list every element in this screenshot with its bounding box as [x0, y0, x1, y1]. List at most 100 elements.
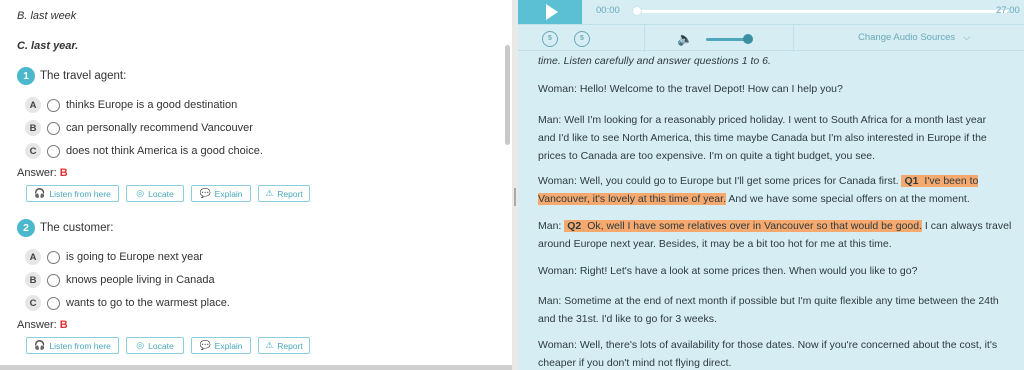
locate-button[interactable]: ◎ Locate: [126, 185, 184, 202]
question-prompt: The travel agent:: [40, 70, 127, 82]
transcript-line: Vancouver, it's lovely at this time of y…: [538, 190, 1016, 208]
locate-icon: ◎: [136, 340, 145, 350]
button-label: Report: [277, 340, 303, 351]
button-label: Explain: [214, 340, 243, 351]
q1-choice-a[interactable]: A thinks Europe is a good destination: [25, 97, 237, 113]
skip-back-icon[interactable]: 5: [542, 30, 558, 47]
headphones-icon: 🎧: [34, 188, 46, 198]
radio-button[interactable]: [47, 98, 60, 112]
radio-button[interactable]: [47, 144, 60, 158]
player-controls: 5 5 🔈 Change Audio Sources ⌵: [518, 24, 1024, 52]
question-tag-q1[interactable]: Q1: [901, 175, 922, 187]
answer-label: Answer:: [17, 167, 57, 179]
choice-text: does not think America is a good choice.: [66, 145, 263, 157]
transcript-intro: time. Listen carefully and answer questi…: [538, 55, 771, 67]
radio-button[interactable]: [47, 121, 60, 135]
choice-text: wants to go to the warmest place.: [66, 297, 230, 309]
transcript-text: time. Listen carefully and answer questi…: [538, 52, 1016, 370]
answer-value: B: [59, 319, 68, 331]
q2-actions: 🎧 Listen from here ◎ Locate 💬 Explain ⚠ Repo…: [26, 337, 310, 354]
total-time: 27:00: [996, 5, 1020, 16]
change-audio-sources-button[interactable]: Change Audio Sources ⌵: [858, 32, 970, 43]
explain-button[interactable]: 💬 Explain: [191, 337, 251, 354]
listen-from-here-button[interactable]: 🎧 Listen from here: [26, 337, 119, 354]
radio-button[interactable]: [47, 273, 60, 287]
prev-option-b: B. last week: [17, 10, 77, 22]
resize-grip-icon[interactable]: [514, 188, 516, 206]
play-button[interactable]: [518, 0, 582, 24]
highlighted-answer: I've been to: [921, 175, 979, 187]
question-tag-q2[interactable]: Q2: [564, 220, 585, 232]
prev-option-c: C. last year.: [17, 40, 79, 52]
transcript-text-span: I can always travel: [922, 220, 1012, 232]
warning-icon: ⚠: [265, 188, 274, 198]
transcript-line: cheaper if you don't mind not flying dir…: [538, 357, 732, 369]
transcript-line: Man: Sometime at the end of next month i…: [538, 295, 999, 307]
answer-label: Answer:: [17, 319, 57, 331]
transcript-text-span: And we have some special offers on at th…: [725, 193, 970, 205]
question-number-badge: 2: [17, 219, 35, 237]
button-label: Locate: [148, 188, 174, 199]
q1-choice-b[interactable]: B can personally recommend Vancouver: [25, 120, 253, 136]
answer-value: B: [59, 167, 68, 179]
volume-icon[interactable]: 🔈: [677, 31, 693, 47]
choice-letter: A: [25, 97, 41, 113]
transcript-line: Woman: Well, there's lots of availabilit…: [538, 339, 998, 351]
volume-knob[interactable]: [743, 34, 753, 44]
progress-track[interactable]: [636, 10, 1008, 13]
left-horizontal-scrollbar[interactable]: [0, 365, 512, 370]
warning-icon: ⚠: [265, 340, 274, 350]
button-label: Listen from here: [49, 340, 111, 351]
q2-choice-b[interactable]: B knows people living in Canada: [25, 272, 215, 288]
choice-letter: A: [25, 249, 41, 265]
listen-from-here-button[interactable]: 🎧 Listen from here: [26, 185, 119, 202]
chat-icon: 💬: [199, 188, 211, 198]
q2-answer: Answer: B: [17, 319, 68, 331]
q2-choice-a[interactable]: A is going to Europe next year: [25, 249, 203, 265]
choice-text: knows people living in Canada: [66, 274, 215, 286]
left-scrollbar[interactable]: [505, 45, 510, 145]
transcript-line: Woman: Hello! Welcome to the travel Depo…: [538, 83, 843, 95]
choice-text: is going to Europe next year: [66, 251, 203, 263]
button-label: Listen from here: [49, 188, 111, 199]
skip-controls: 5 5: [518, 25, 645, 52]
q1-actions: 🎧 Listen from here ◎ Locate 💬 Explain ⚠ Repo…: [26, 185, 310, 202]
transcript-line: and the 31st. I'd like to go for 3 weeks…: [538, 313, 717, 325]
progress-knob[interactable]: [632, 6, 642, 16]
transcript-text-span: Woman: Well, you could go to Europe but …: [538, 175, 902, 187]
q2-choice-c[interactable]: C wants to go to the warmest place.: [25, 295, 230, 311]
radio-button[interactable]: [47, 296, 60, 310]
choice-letter: B: [25, 120, 41, 136]
locate-button[interactable]: ◎ Locate: [126, 337, 184, 354]
report-button[interactable]: ⚠ Report: [258, 185, 310, 202]
chat-icon: 💬: [199, 340, 211, 350]
skip-forward-icon[interactable]: 5: [574, 30, 590, 47]
explain-button[interactable]: 💬 Explain: [191, 185, 251, 202]
transcript-line: and I'd like to see North America, this …: [538, 132, 987, 144]
transcript-paragraph: Man: Sometime at the end of next month i…: [538, 292, 1016, 328]
transcript-line: prices to Canada are too expensive. I'm …: [538, 150, 876, 162]
transcript-paragraph: Woman: Well, there's lots of availabilit…: [538, 336, 1016, 370]
q1-choice-c[interactable]: C does not think America is a good choic…: [25, 143, 263, 159]
radio-button[interactable]: [47, 250, 60, 264]
transcript-line: Man: Q2 Ok, well I have some relatives o…: [538, 217, 1016, 235]
question-1: 1 The travel agent:: [17, 67, 126, 85]
audio-player: 00:00 27:00: [518, 0, 1024, 24]
transcript-panel: 00:00 27:00 5 5 🔈 Change Audio Sources ⌵ …: [518, 0, 1024, 370]
transcript-line: Woman: Right! Let's have a look at some …: [538, 265, 918, 277]
button-label: Locate: [148, 340, 174, 351]
headphones-icon: 🎧: [34, 340, 46, 350]
choice-letter: C: [25, 143, 41, 159]
chevron-down-icon: ⌵: [963, 32, 971, 42]
locate-icon: ◎: [136, 188, 145, 198]
report-button[interactable]: ⚠ Report: [258, 337, 310, 354]
choice-letter: C: [25, 295, 41, 311]
transcript-paragraph: Woman: Well, you could go to Europe but …: [538, 172, 1016, 208]
transcript-line: Man: Well I'm looking for a reasonably p…: [538, 114, 987, 126]
transcript-line: Woman: Well, you could go to Europe but …: [538, 172, 1016, 190]
play-icon: [545, 4, 558, 20]
transcript-paragraph: Man: Well I'm looking for a reasonably p…: [538, 111, 1016, 165]
button-label: Report: [277, 188, 303, 199]
button-label: Explain: [214, 188, 243, 199]
highlighted-answer: Ok, well I have some relatives over in V…: [584, 220, 923, 232]
